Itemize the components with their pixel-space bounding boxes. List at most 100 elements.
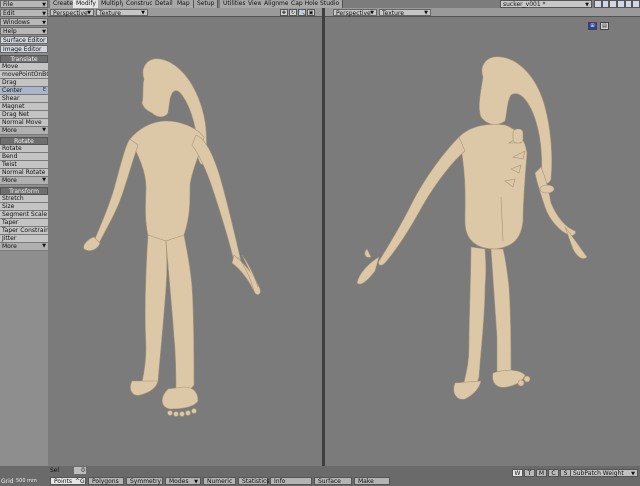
mode-modes[interactable]: Modes ▼ [165,477,201,485]
layer-button[interactable] [601,0,610,8]
toggle-c[interactable]: C [548,469,559,477]
selection-label: Sel [50,467,60,474]
more-label: More [2,177,17,184]
chevron-down-icon: ▼ [631,471,635,477]
menu-edit[interactable]: Edit ▼ [0,9,48,17]
viewport-header: Perspective ▼ Texture ▼ [325,8,640,17]
menu-file[interactable]: File ▼ [0,0,48,8]
mode-statistics[interactable]: Statistics [238,477,269,485]
move-view-icon[interactable]: ✥ [280,9,288,16]
viewport-left[interactable]: Perspective ▼ Texture ▼ ✥ ↻ 🔍 ▣ [48,8,322,466]
tool-more-button[interactable]: More ▼ [0,243,48,251]
chevron-down-icon: ▼ [42,243,46,249]
tool-drag-net[interactable]: Drag Net [0,111,48,119]
scene-name: sucker_v001 * [503,1,546,8]
selection-count: 0 [74,467,86,474]
tool-more-button[interactable]: More ▼ [0,177,48,185]
layer-button[interactable] [617,0,625,8]
grid-label: Grid [1,478,14,485]
layer-button[interactable] [624,0,633,8]
tool-normal-move[interactable]: Normal Move [0,119,48,127]
tool-label: Center [2,87,23,94]
chevron-down-icon: ▼ [42,29,46,35]
tab-detail[interactable]: Detail [152,0,177,8]
tool-panel: File ▼ Edit ▼ Windows ▼ Help ▼ Surface Editor Ima… [0,0,48,486]
tab-map[interactable]: Map [174,0,194,8]
layer-button[interactable] [594,0,602,8]
tool-stretch[interactable]: Stretch [0,195,48,203]
menu-windows[interactable]: Windows ▼ [0,18,48,26]
menu-label: Image Editor [3,46,42,53]
tool-label: Drag Net [2,111,30,118]
tool-size[interactable]: Size [0,203,48,211]
tool-shear[interactable]: Shear [0,95,48,103]
tool-more-button[interactable]: More ▼ [0,127,48,135]
shading-dropdown[interactable]: Texture ▼ [379,9,431,17]
view-type-dropdown[interactable]: Perspective ▼ [50,9,94,17]
toggle-t[interactable]: T [524,469,535,477]
tool-group-title: Translate [0,55,48,63]
chevron-down-icon: ▼ [42,127,46,133]
tool-drag[interactable]: Drag [0,79,48,87]
mode-polygons[interactable]: Polygons [88,477,124,485]
tool-magnet[interactable]: Magnet [0,103,48,111]
tab-cap-hole-studio[interactable]: Cap Hole Studio [288,0,344,8]
tool-group-transform: Transform Stretch Size Segment Scale Taper Ta… [0,187,48,251]
tool-twist[interactable]: Twist [0,161,48,169]
tool-label: Twist [2,161,17,168]
chevron-down-icon: ▼ [370,10,374,16]
mode-numeric[interactable]: Numeric [203,477,236,485]
tool-taper[interactable]: Taper [0,219,48,227]
mode-label: Symmetry [130,478,162,485]
wtmcs-buttons: WTMCS [512,469,572,477]
chevron-down-icon: ▼ [87,10,91,16]
view-type-label: Perspective [53,10,88,17]
mode-info[interactable]: Info [270,477,312,485]
layer-button[interactable] [632,0,640,8]
mode-label: Info [274,478,286,485]
mode-surface[interactable]: Surface [314,477,352,485]
menu-surface-editor[interactable]: Surface Editor [0,36,48,44]
tool-label: Segment Scale [2,211,48,218]
mode-make[interactable]: Make [354,477,390,485]
tool-move[interactable]: Move [0,63,48,71]
tool-segment-scale[interactable]: Segment Scale [0,211,48,219]
layer-button[interactable] [609,0,618,8]
menu-label: File [3,1,14,8]
scene-selector[interactable]: sucker_v001 * ▼ [500,0,592,8]
zoom-view-icon[interactable]: 🔍 [298,9,306,16]
tool-label: Drag [2,79,17,86]
maximize-view-icon[interactable]: ▣ [307,9,315,16]
tool-rotate[interactable]: Rotate [0,145,48,153]
tab-setup[interactable]: Setup [194,0,219,8]
menu-image-editor[interactable]: Image Editor [0,45,48,53]
mode-label: Polygons [92,478,119,485]
toggle-m[interactable]: M [536,469,547,477]
chevron-down-icon: ▼ [424,10,428,16]
tool-bend[interactable]: Bend [0,153,48,161]
menu-help[interactable]: Help ▼ [0,27,48,35]
toggle-w[interactable]: W [512,469,523,477]
tool-center[interactable]: Center E [0,87,48,95]
rotate-view-icon[interactable]: ↻ [289,9,297,16]
shading-dropdown[interactable]: Texture ▼ [96,9,148,17]
tool-label: movePointOnBG [2,71,48,78]
tool-label: Rotate [2,145,22,152]
tool-normal-rotate[interactable]: Normal Rotate [0,169,48,177]
tab-modify[interactable]: Modify [73,0,100,8]
viewport-right[interactable]: Perspective ▼ Texture ▼ ⊞ ▤ [325,8,640,466]
subpatch-weight-dropdown[interactable]: SubPatch Weight ▼ [570,469,638,477]
more-label: More [2,127,17,134]
tab-bar: Create Modify Multiply Construct Detail Map Se… [48,0,640,8]
tool-label: Bend [2,153,18,160]
view-type-dropdown[interactable]: Perspective ▼ [333,9,377,17]
tool-movepointonbg[interactable]: movePointOnBG [0,71,48,79]
mode-symmetry[interactable]: Symmetry [126,477,163,485]
mode-label: Make [358,478,374,485]
chevron-down-icon: ▼ [42,2,46,8]
tool-jitter[interactable]: Jitter [0,235,48,243]
mode-points[interactable]: Points ^G [50,477,86,485]
tool-shortcut: E [42,87,46,93]
tool-taper-constrain[interactable]: Taper Constrain [0,227,48,235]
viewport-header: Perspective ▼ Texture ▼ ✥ ↻ 🔍 ▣ [48,8,322,17]
